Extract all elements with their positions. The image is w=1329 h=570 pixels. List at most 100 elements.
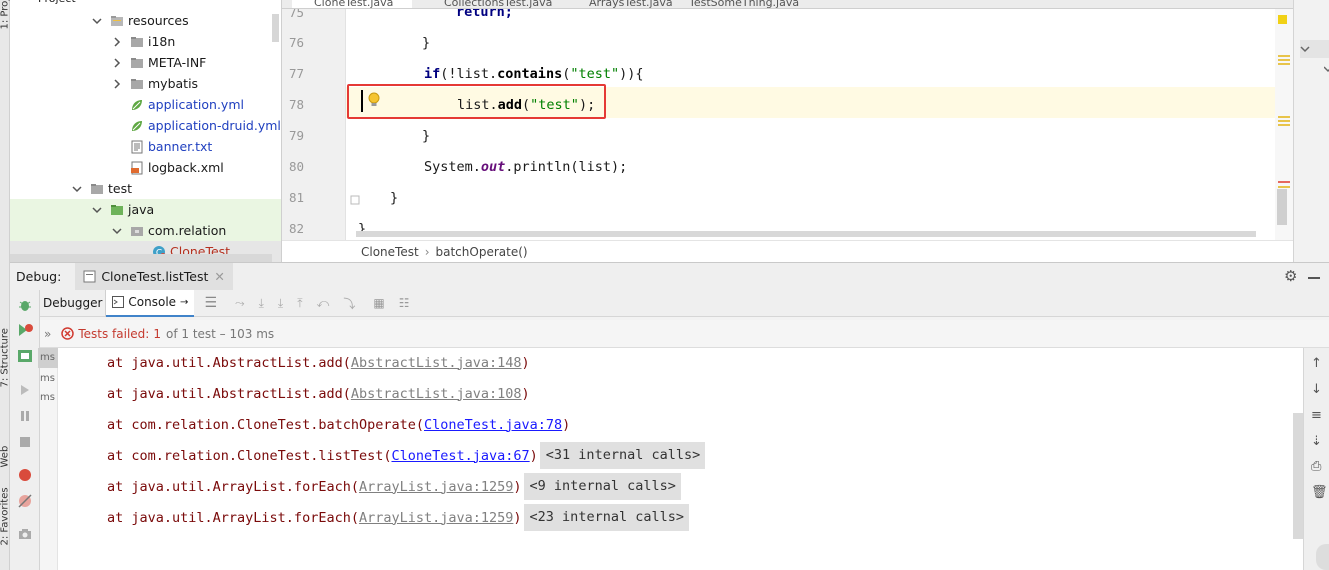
tab-console[interactable]: Console →: [106, 289, 195, 317]
folder-icon: [131, 78, 143, 89]
chevron-right-icon[interactable]: [112, 57, 122, 68]
chevron-down-icon[interactable]: [72, 184, 82, 194]
tree-item-application-yml[interactable]: application.yml: [10, 94, 281, 115]
tree-item-i18n[interactable]: i18n: [10, 31, 281, 52]
warning-marker[interactable]: [1278, 55, 1290, 57]
warning-marker[interactable]: [1278, 124, 1290, 126]
chevron-down-icon[interactable]: [92, 205, 102, 215]
editor-tab-testsomething[interactable]: TestSomeThing.java: [667, 0, 799, 8]
step-into-icon[interactable]: ⤓: [278, 296, 283, 311]
step-over-icon[interactable]: ⤓: [259, 296, 264, 311]
code-method: contains: [497, 65, 563, 82]
step-out-icon[interactable]: ⤒: [297, 296, 302, 311]
pause-icon[interactable]: [19, 410, 31, 422]
show-execution-point-icon[interactable]: ⤳: [235, 296, 245, 311]
trace-icon[interactable]: ☷: [399, 296, 410, 310]
project-tool-tab[interactable]: 1: Project: [0, 0, 11, 30]
tree-item-logback-xml[interactable]: logback.xml: [10, 157, 281, 178]
source-link[interactable]: AbstractList.java:148: [351, 355, 522, 371]
camera-icon[interactable]: [18, 528, 32, 540]
drop-frame-icon[interactable]: ⤺: [317, 296, 330, 311]
scroll-to-end-icon[interactable]: ⇣: [1311, 434, 1323, 449]
code-line-76: }: [422, 27, 430, 58]
stack-frame-text: at java.util.AbstractList.add(: [107, 385, 351, 402]
resume-program-icon[interactable]: [17, 322, 33, 338]
tree-item-label: i18n: [148, 34, 176, 49]
chevron-down-icon[interactable]: [1324, 64, 1329, 74]
project-tree-horizontal-scrollbar[interactable]: [10, 254, 272, 262]
step-over-icon[interactable]: [17, 348, 33, 364]
tree-item-resources[interactable]: resources: [10, 10, 281, 31]
editor-tab-arraystest[interactable]: ArraysTest.java: [567, 0, 673, 8]
minimize-icon[interactable]: [1308, 277, 1320, 279]
chevron-down-icon[interactable]: [92, 16, 102, 26]
mute-breakpoints-icon[interactable]: [18, 494, 32, 508]
favorites-tool-tab[interactable]: 2: Favorites: [0, 487, 11, 545]
editor-vertical-scrollbar[interactable]: [1277, 189, 1287, 225]
source-link[interactable]: ArrayList.java:1259: [359, 510, 513, 526]
console-scrollbar[interactable]: [1293, 413, 1303, 539]
tree-item-label: application-druid.yml: [148, 118, 281, 133]
rerun-debug-icon[interactable]: [18, 298, 32, 312]
pin-arrow-icon[interactable]: →: [180, 297, 188, 308]
chevron-right-icon[interactable]: [112, 78, 122, 89]
warning-marker[interactable]: [1278, 116, 1290, 118]
warning-marker[interactable]: [1278, 120, 1290, 122]
up-arrow-icon[interactable]: ↑: [1311, 356, 1323, 371]
close-icon[interactable]: ✕: [214, 269, 224, 284]
tree-item-com-relation[interactable]: com.relation: [10, 220, 281, 241]
console-output[interactable]: at java.util.AbstractList.add(AbstractLi…: [58, 348, 1303, 570]
error-marker[interactable]: [1278, 181, 1290, 183]
tree-item-banner-txt[interactable]: banner.txt: [10, 136, 281, 157]
source-link[interactable]: CloneTest.java:78: [424, 417, 562, 433]
chevron-down-icon[interactable]: [1300, 44, 1310, 54]
tree-item-mybatis[interactable]: mybatis: [10, 73, 281, 94]
editor-horizontal-scrollbar[interactable]: [356, 231, 1256, 237]
code-editor[interactable]: 75 76 77 78 79 80 81 82 return; } if (!li…: [282, 9, 1293, 240]
tree-item-meta-inf[interactable]: META-INF: [10, 52, 281, 73]
editor-tab-clonetest[interactable]: CloneTest.java: [292, 0, 412, 8]
stop-icon[interactable]: [19, 436, 31, 448]
tree-item-application-druid-yml[interactable]: application-druid.yml: [10, 115, 281, 136]
trash-icon[interactable]: 🗑: [1311, 485, 1328, 500]
project-tree-scrollbar[interactable]: [272, 14, 279, 42]
down-arrow-icon[interactable]: ↓: [1311, 382, 1323, 397]
internal-calls-fold[interactable]: <9 internal calls>: [523, 473, 681, 500]
tree-item-test[interactable]: test: [10, 178, 281, 199]
view-breakpoints-icon[interactable]: [18, 468, 32, 482]
web-tool-tab[interactable]: Web: [0, 446, 11, 468]
test-status-bar: » Tests failed: 1 of 1 test – 103 ms: [40, 320, 1329, 348]
structure-tool-tab[interactable]: 7: Structure: [0, 328, 11, 387]
debug-run-tab[interactable]: CloneTest.listTest ✕: [75, 262, 233, 291]
fold-marker-icon[interactable]: [350, 195, 360, 205]
stack-frame-suffix: ): [513, 478, 522, 495]
chevron-down-icon[interactable]: [112, 226, 122, 236]
warning-marker[interactable]: [1278, 59, 1290, 61]
line-number: 78: [288, 97, 304, 112]
breadcrumb-class[interactable]: CloneTest: [361, 245, 419, 259]
play-icon[interactable]: [19, 384, 31, 396]
internal-calls-fold[interactable]: <23 internal calls>: [523, 504, 689, 531]
editor-tab-collectionstest[interactable]: CollectionsTest.java: [422, 0, 552, 8]
warning-indicator-icon[interactable]: [1278, 15, 1287, 24]
menu-icon[interactable]: ☰: [204, 295, 217, 311]
tree-item-java[interactable]: java: [10, 199, 281, 220]
warning-marker[interactable]: [1278, 186, 1290, 188]
expand-arrows-icon[interactable]: »: [44, 327, 51, 341]
tab-debugger[interactable]: Debugger: [40, 289, 107, 317]
run-to-cursor-icon[interactable]: ⤵: [343, 295, 355, 312]
source-link[interactable]: AbstractList.java:108: [351, 386, 522, 402]
annotation-highlight-box: [347, 84, 606, 119]
evaluate-expression-icon[interactable]: ▦: [373, 296, 384, 310]
source-link[interactable]: ArrayList.java:1259: [359, 479, 513, 495]
source-link[interactable]: CloneTest.java:67: [391, 448, 529, 464]
warning-marker[interactable]: [1278, 63, 1290, 65]
soft-wrap-icon[interactable]: ≡: [1311, 408, 1323, 423]
internal-calls-fold[interactable]: <31 internal calls>: [539, 442, 706, 469]
print-icon[interactable]: ⎙: [1311, 459, 1323, 474]
breadcrumb-separator: ›: [424, 244, 430, 259]
notification-corner: [1316, 544, 1329, 570]
chevron-right-icon[interactable]: [112, 36, 122, 47]
gear-icon[interactable]: ⚙: [1284, 267, 1297, 285]
breadcrumb-method[interactable]: batchOperate(): [436, 245, 528, 259]
